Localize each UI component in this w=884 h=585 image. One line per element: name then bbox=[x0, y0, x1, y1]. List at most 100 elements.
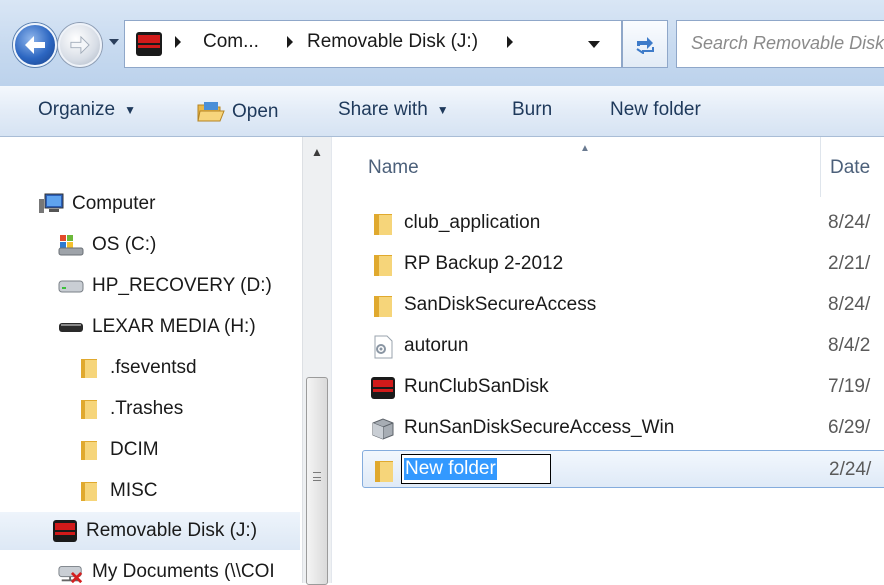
grip-icon bbox=[313, 472, 321, 481]
list-item[interactable]: club_application 8/24/ bbox=[362, 204, 884, 242]
nav-item-fseventsd[interactable]: .fseventsd bbox=[76, 349, 197, 387]
folder-icon bbox=[76, 438, 102, 462]
file-name: RunClubSanDisk bbox=[404, 376, 549, 397]
application-icon bbox=[372, 418, 394, 440]
open-label: Open bbox=[232, 101, 279, 122]
file-date: 2/24/ bbox=[829, 459, 872, 480]
pane-divider[interactable] bbox=[331, 137, 332, 583]
folder-icon bbox=[374, 255, 392, 276]
removable-drive-icon bbox=[58, 315, 84, 339]
nav-item-label: HP_RECOVERY (D:) bbox=[92, 275, 272, 296]
navigation-pane: Computer OS (C:) HP_RECOVERY (D:) LEXAR … bbox=[0, 137, 330, 583]
breadcrumb-removable-disk[interactable]: Removable Disk (J:) bbox=[307, 31, 478, 53]
file-name: autorun bbox=[404, 335, 469, 356]
share-with-label: Share with bbox=[338, 99, 428, 120]
column-date[interactable]: Date bbox=[830, 157, 870, 179]
nav-item-trashes[interactable]: .Trashes bbox=[76, 390, 183, 428]
folder-icon bbox=[374, 296, 392, 317]
nav-item-label: MISC bbox=[110, 480, 158, 501]
column-name[interactable]: Name bbox=[368, 157, 419, 179]
file-name: RunSanDiskSecureAccess_Win bbox=[404, 417, 675, 438]
file-date: 2/21/ bbox=[828, 253, 871, 274]
forward-button[interactable] bbox=[58, 23, 102, 67]
scrollbar-thumb[interactable] bbox=[306, 377, 328, 585]
list-item[interactable]: RunSanDiskSecureAccess_Win 6/29/ bbox=[362, 409, 884, 447]
drive-icon bbox=[58, 274, 84, 298]
folder-icon bbox=[76, 479, 102, 503]
search-input[interactable]: Search Removable Disk (J:) bbox=[676, 20, 884, 68]
computer-icon bbox=[38, 192, 64, 216]
nav-item-misc[interactable]: MISC bbox=[76, 472, 158, 510]
nav-item-os-c[interactable]: OS (C:) bbox=[58, 226, 156, 264]
nav-item-hp-recovery[interactable]: HP_RECOVERY (D:) bbox=[58, 267, 272, 305]
column-header: Name ▲ Date bbox=[332, 137, 884, 197]
refresh-button[interactable] bbox=[622, 20, 668, 68]
sandisk-drive-icon bbox=[52, 519, 78, 543]
chevron-right-icon[interactable] bbox=[173, 35, 183, 49]
file-name: SanDiskSecureAccess bbox=[404, 294, 597, 315]
file-date: 8/24/ bbox=[828, 294, 871, 315]
nav-item-label: DCIM bbox=[110, 439, 159, 460]
chevron-down-icon[interactable] bbox=[587, 39, 601, 49]
file-name: club_application bbox=[404, 212, 541, 233]
folder-icon bbox=[374, 214, 392, 235]
nav-item-label: Computer bbox=[72, 193, 156, 214]
nav-item-computer[interactable]: Computer bbox=[38, 185, 155, 223]
nav-item-label: OS (C:) bbox=[92, 234, 157, 255]
burn-button[interactable]: Burn bbox=[512, 99, 552, 121]
share-with-button[interactable]: Share with ▼ bbox=[338, 99, 449, 121]
search-placeholder: Search Removable Disk (J:) bbox=[691, 33, 884, 53]
organize-label: Organize bbox=[38, 99, 116, 120]
address-bar: Com... Removable Disk (J:) Search Remova… bbox=[0, 0, 884, 86]
rename-text-selected: New folder bbox=[404, 458, 497, 480]
chevron-right-icon[interactable] bbox=[505, 35, 515, 49]
chevron-down-icon: ▼ bbox=[124, 103, 136, 117]
breadcrumb-computer[interactable]: Com... bbox=[203, 31, 259, 53]
list-item[interactable]: RP Backup 2-2012 2/21/ bbox=[362, 245, 884, 283]
nav-item-label: Removable Disk (J:) bbox=[86, 520, 258, 541]
open-button[interactable]: Open bbox=[196, 99, 278, 125]
burn-label: Burn bbox=[512, 99, 553, 120]
new-folder-label: New folder bbox=[610, 99, 701, 120]
forward-arrow-icon bbox=[70, 35, 90, 55]
nav-item-removable-disk-j[interactable]: Removable Disk (J:) bbox=[0, 512, 300, 550]
command-toolbar: Organize ▼ Open Share with ▼ Burn New fo… bbox=[0, 86, 884, 137]
list-item[interactable]: autorun 8/4/2 bbox=[362, 327, 884, 365]
recent-pages-dropdown-icon[interactable] bbox=[108, 37, 120, 47]
breadcrumb[interactable]: Com... Removable Disk (J:) bbox=[124, 20, 622, 68]
settings-file-icon bbox=[374, 335, 393, 359]
chevron-right-icon[interactable] bbox=[285, 35, 295, 49]
organize-button[interactable]: Organize ▼ bbox=[38, 99, 136, 121]
sandisk-drive-icon bbox=[136, 32, 162, 56]
column-separator[interactable] bbox=[820, 137, 821, 197]
network-drive-disconnected-icon bbox=[58, 560, 84, 583]
scroll-up-arrow-icon[interactable]: ▲ bbox=[311, 145, 323, 159]
file-date: 8/24/ bbox=[828, 212, 871, 233]
sandisk-app-icon bbox=[371, 377, 395, 399]
nav-item-lexar-media[interactable]: LEXAR MEDIA (H:) bbox=[58, 308, 256, 346]
file-date: 6/29/ bbox=[828, 417, 871, 438]
file-date: 7/19/ bbox=[828, 376, 871, 397]
nav-item-dcim[interactable]: DCIM bbox=[76, 431, 159, 469]
refresh-icon bbox=[636, 37, 654, 54]
file-date: 8/4/2 bbox=[828, 335, 871, 356]
sort-ascending-icon: ▲ bbox=[580, 143, 590, 154]
nav-pane-scrollbar[interactable]: ▲ bbox=[302, 137, 331, 585]
nav-item-my-documents[interactable]: My Documents (\\COI bbox=[58, 553, 275, 583]
list-item-renaming[interactable]: New folder 2/24/ bbox=[362, 450, 884, 488]
back-button[interactable] bbox=[13, 23, 57, 67]
back-arrow-icon bbox=[25, 36, 45, 54]
folder-icon bbox=[76, 397, 102, 421]
rename-input[interactable]: New folder bbox=[401, 454, 551, 484]
nav-item-label: .Trashes bbox=[110, 398, 184, 419]
folder-icon bbox=[76, 356, 102, 380]
open-folder-icon bbox=[197, 102, 225, 122]
list-item[interactable]: SanDiskSecureAccess 8/24/ bbox=[362, 286, 884, 324]
list-item[interactable]: RunClubSanDisk 7/19/ bbox=[362, 368, 884, 406]
nav-item-label: My Documents (\\COI bbox=[92, 561, 275, 582]
nav-item-label: LEXAR MEDIA (H:) bbox=[92, 316, 256, 337]
folder-icon bbox=[375, 461, 393, 482]
chevron-down-icon: ▼ bbox=[436, 103, 449, 117]
new-folder-button[interactable]: New folder bbox=[610, 99, 701, 121]
nav-item-label: .fseventsd bbox=[110, 357, 197, 378]
